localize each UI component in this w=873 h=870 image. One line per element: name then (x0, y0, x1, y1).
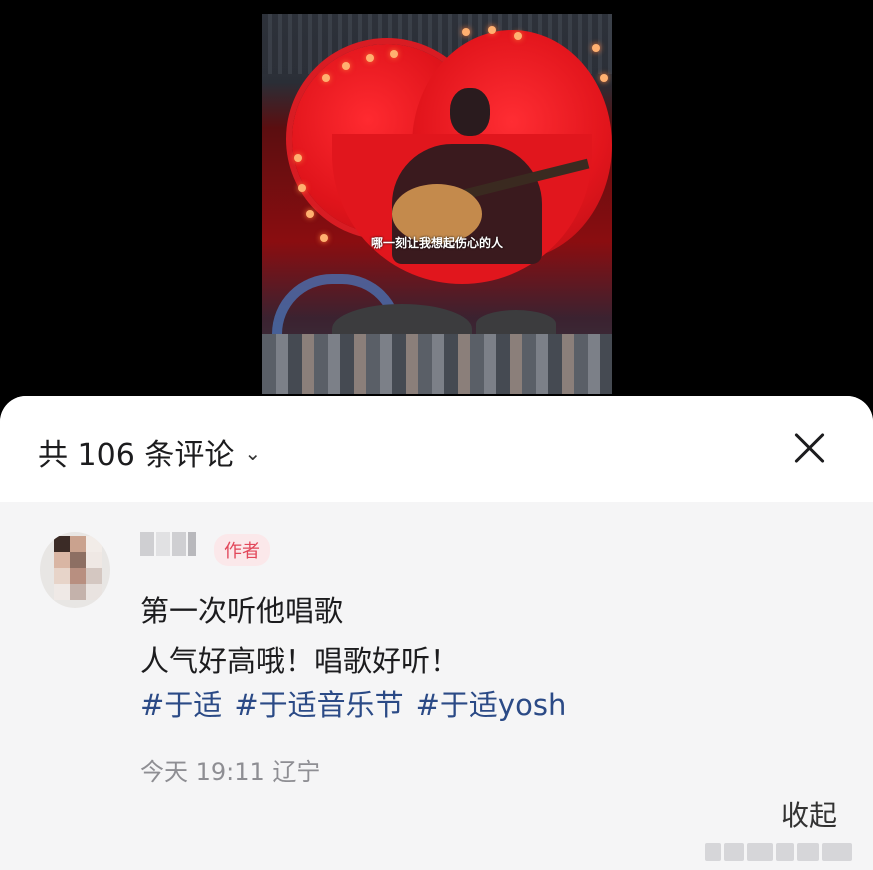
hashtag-link[interactable]: #于适 (140, 682, 222, 724)
comment-text-line-1: 第一次听他唱歌 (140, 594, 344, 628)
comment-count-title: 共 106 条评论 (38, 438, 235, 473)
comment-text-line-2: 人气好高哦！唱歌好听！ (140, 644, 460, 678)
comment-time-location: 今天 19:11 辽宁 (140, 758, 321, 786)
video-area: 哪一刻让我想起伤心的人 (0, 0, 873, 400)
concert-video-frame[interactable]: 哪一刻让我想起伤心的人 (262, 14, 612, 394)
collapse-button[interactable]: 收起 (781, 794, 837, 834)
comments-header: 共 106 条评论 ⌄ (0, 396, 873, 502)
hashtag-link[interactable]: #于适音乐节 (234, 682, 403, 724)
watermark (705, 840, 865, 864)
author-badge: 作者 (214, 534, 270, 566)
close-icon[interactable] (788, 426, 832, 470)
video-subtitle: 哪一刻让我想起伤心的人 (370, 236, 503, 250)
username-blurred[interactable] (140, 532, 200, 562)
hashtag-row: #于适 #于适音乐节 #于适yosh (140, 682, 566, 724)
hashtag-link[interactable]: #于适yosh (416, 682, 567, 724)
comment-count-dropdown[interactable]: 共 106 条评论 ⌄ (38, 430, 261, 474)
avatar[interactable] (40, 532, 110, 608)
chevron-down-icon: ⌄ (244, 441, 262, 465)
comments-sheet: 共 106 条评论 ⌄ 作者 第一次听他唱歌 人气好高哦！唱歌好听！ #于适 #… (0, 396, 873, 870)
crowd (262, 334, 612, 394)
comment-item: 作者 第一次听他唱歌 人气好高哦！唱歌好听！ #于适 #于适音乐节 #于适yos… (0, 502, 873, 870)
singer-head (450, 88, 490, 136)
